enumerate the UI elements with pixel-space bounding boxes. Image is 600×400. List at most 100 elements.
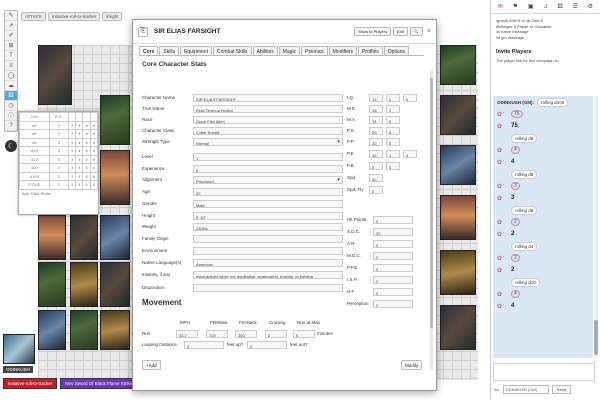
attribute-extra[interactable]: 4 xyxy=(403,150,417,158)
map-tile[interactable] xyxy=(70,310,98,350)
dice-cell[interactable]: 3 xyxy=(67,137,77,147)
dice-cell[interactable]: 3 xyxy=(67,154,77,164)
dice-cell[interactable]: 3 xyxy=(67,129,77,139)
macro-initiative-button[interactable]: initiative-roll-to-tracker xyxy=(3,378,58,389)
field-input-character-class[interactable]: Cyber Knight xyxy=(193,127,343,135)
dice-cell[interactable]: 6 xyxy=(89,154,99,164)
attribute-value[interactable]: 0 xyxy=(369,186,383,194)
dice-cell[interactable]: d10 xyxy=(19,146,50,156)
close-icon[interactable]: × xyxy=(427,28,431,35)
tab-core[interactable]: Core xyxy=(139,46,159,55)
derived-value[interactable]: 0 xyxy=(373,300,413,308)
night-mode-icon[interactable]: ☾ xyxy=(5,140,17,152)
dice-cell[interactable]: 6 xyxy=(89,137,99,147)
dice-cell[interactable]: 4 xyxy=(75,137,84,147)
dice-cell[interactable]: 5 xyxy=(82,180,91,190)
derived-value[interactable]: 0 xyxy=(373,240,413,248)
image-icon[interactable]: ▣ xyxy=(528,3,534,10)
dice-cell[interactable]: 2 xyxy=(48,120,69,130)
tab-modifiers[interactable]: Modifiers xyxy=(328,46,358,55)
attribute-bonus[interactable]: 0 xyxy=(386,162,400,170)
attribute-bonus[interactable]: 1 xyxy=(386,150,400,158)
help-icon[interactable]: ? xyxy=(5,121,17,131)
chat-scrollbar[interactable] xyxy=(594,96,598,358)
attribute-bonus[interactable]: 2 xyxy=(386,105,400,113)
edit-button[interactable]: Edit xyxy=(393,27,408,36)
map-tile[interactable] xyxy=(100,150,130,205)
dice-cell[interactable]: 2 xyxy=(48,171,69,181)
attribute-bonus[interactable]: 5 xyxy=(386,127,400,135)
dice-roller-footer[interactable]: Adv. Click Roller xyxy=(19,190,98,197)
dice-cell[interactable]: 6 xyxy=(89,129,99,139)
map-tile[interactable] xyxy=(38,215,66,260)
add-button[interactable]: +Add xyxy=(142,360,161,370)
tab-abilities[interactable]: Abilities xyxy=(252,46,278,55)
character-icon[interactable]: ⎘ xyxy=(138,26,148,37)
dice-cell[interactable]: 3 xyxy=(67,180,77,190)
tab-skills[interactable]: Skills xyxy=(159,46,180,55)
dice-cell[interactable]: 2 xyxy=(48,137,69,147)
field-input-gender[interactable]: Male xyxy=(193,200,343,208)
attribute-bonus[interactable]: 5 xyxy=(386,138,400,146)
attribute-value[interactable]: 13 xyxy=(369,94,383,102)
map-tile[interactable] xyxy=(70,215,98,260)
ruler-icon[interactable]: ⊞ xyxy=(5,41,17,51)
dice-cell[interactable]: 5 xyxy=(82,146,91,156)
derived-value[interactable]: 0 xyxy=(373,252,413,260)
field-input-disposition[interactable] xyxy=(193,284,343,292)
map-tile[interactable] xyxy=(440,45,476,85)
send-button[interactable]: Send xyxy=(551,385,572,394)
dice-cell[interactable]: 4 xyxy=(75,120,84,130)
list-icon[interactable]: ☰ xyxy=(573,3,578,10)
attribute-value[interactable]: 14 xyxy=(369,116,383,124)
dice-cell[interactable]: 4 xyxy=(75,146,84,156)
attribute-value[interactable]: 18 xyxy=(369,105,383,113)
dice-cell[interactable]: 2 xyxy=(48,146,69,156)
dice-cell[interactable]: 4 xyxy=(75,171,84,181)
macro-neo-sword-button[interactable]: Neo Sword Of Black Flame Strike xyxy=(60,378,138,389)
attribute-value[interactable]: 18 xyxy=(369,150,383,158)
dice-cell[interactable]: 5 xyxy=(82,171,91,181)
field-input-alignment[interactable]: Principled xyxy=(193,176,343,184)
run-value[interactable]: 720 xyxy=(206,330,228,338)
field-input-race[interactable]: Quick Flex Alien xyxy=(193,116,343,124)
map-tile[interactable] xyxy=(38,262,66,307)
dice-cell[interactable]: 2 xyxy=(48,129,69,139)
field-input-character-name[interactable]: SIR ELIAS FARSIGHT xyxy=(193,94,343,102)
dice-cell[interactable]: 4 xyxy=(75,180,84,190)
run-value[interactable]: 32.7 xyxy=(176,330,198,338)
tab-combat-skills[interactable]: Combat Skills xyxy=(212,46,252,55)
dice-cell[interactable]: d8 xyxy=(19,137,50,147)
dice-cell[interactable]: 2 xyxy=(48,163,69,173)
tab-magic[interactable]: Magic xyxy=(278,46,301,55)
music-icon[interactable]: ♫ xyxy=(543,4,548,10)
map-tile[interactable] xyxy=(100,310,130,350)
dice-icon[interactable]: ⚄ xyxy=(5,91,17,101)
run-value[interactable]: 0 xyxy=(293,330,315,338)
derived-value[interactable]: 0 xyxy=(373,288,413,296)
bookmark-icon[interactable]: ⚑ xyxy=(513,3,518,10)
derived-value[interactable]: 30 xyxy=(373,228,413,236)
tab-options[interactable]: Options xyxy=(383,46,409,55)
chat-input[interactable] xyxy=(493,363,595,381)
map-tile[interactable] xyxy=(100,215,130,260)
text-icon[interactable]: T xyxy=(5,51,17,61)
map-tile[interactable] xyxy=(440,145,476,185)
dice-cell[interactable]: 5 xyxy=(82,129,91,139)
derived-value[interactable]: 0 xyxy=(373,216,413,224)
run-value[interactable]: 360 xyxy=(235,330,257,338)
dice-cell[interactable]: 3 xyxy=(67,163,77,173)
tab-equipment[interactable]: Equipment xyxy=(180,46,212,55)
tab-profiles[interactable]: Profiles xyxy=(358,46,383,55)
dice-cell[interactable]: d4 xyxy=(19,120,50,130)
derived-value[interactable]: 0 xyxy=(373,264,413,272)
sheet-scrollbar-thumb[interactable] xyxy=(430,78,433,328)
attribute-extra[interactable]: 0 xyxy=(403,94,417,102)
chat-log[interactable]: ODINKUSH (GM): rolling d100 ✿ 75 ✿ 75 rollin… xyxy=(493,96,593,358)
dice-cell[interactable]: F/ODE xyxy=(19,180,50,190)
map-tile[interactable] xyxy=(38,45,72,105)
dice-cell[interactable]: 2 xyxy=(48,154,69,164)
player-avatar[interactable] xyxy=(3,334,35,364)
gear-icon[interactable]: ⚙ xyxy=(588,3,593,10)
dice-cell[interactable]: 6 xyxy=(89,171,99,181)
